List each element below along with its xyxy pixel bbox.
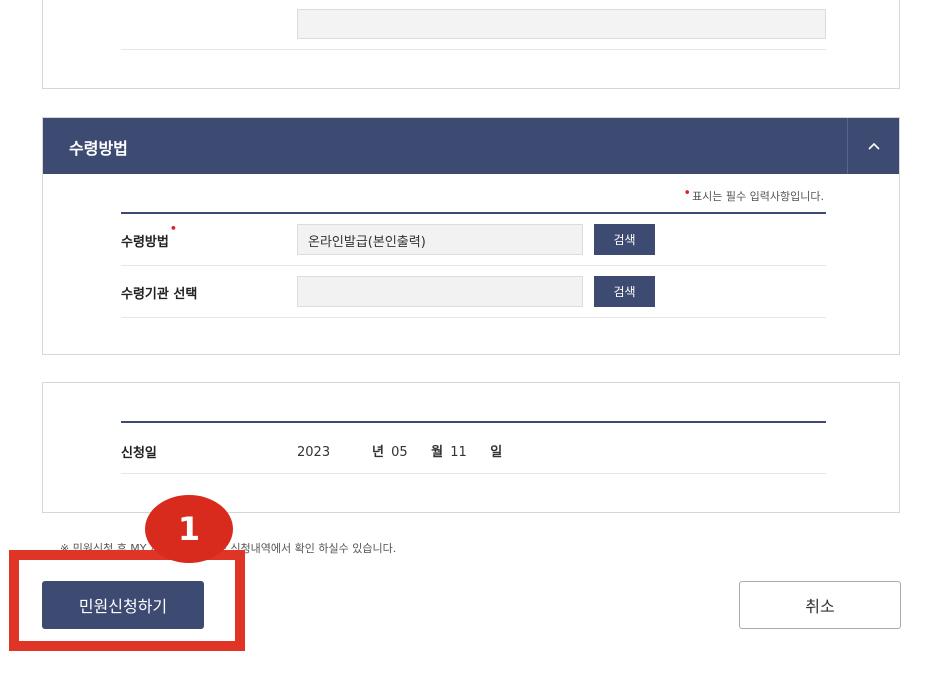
application-date-label: 신청일 bbox=[121, 446, 157, 461]
application-date-table: 신청일 2023 년 05 월 11 일 bbox=[121, 421, 826, 474]
date-month: 05 bbox=[391, 445, 408, 460]
receive-agency-search-button[interactable]: 검색 bbox=[594, 276, 655, 307]
collapse-button[interactable] bbox=[847, 118, 899, 174]
section-header: 수령방법 bbox=[43, 118, 899, 174]
receive-method-table: 수령방법 • 온라인발급(본인출력) 검색 수령기관 선택 검색 bbox=[121, 212, 826, 318]
receive-method-field[interactable]: 온라인발급(본인출력) bbox=[297, 224, 583, 255]
table-row: 수령방법 • 온라인발급(본인출력) 검색 bbox=[121, 214, 826, 266]
receive-method-label: 수령방법 • bbox=[121, 222, 177, 250]
required-note-text: 표시는 필수 입력사항입니다. bbox=[692, 190, 824, 203]
table-row: 신청일 2023 년 05 월 11 일 bbox=[121, 423, 826, 474]
date-year-unit: 년 bbox=[372, 445, 384, 460]
application-date-value: 2023 년 05 월 11 일 bbox=[297, 441, 502, 460]
row-label-text: 수령방법 bbox=[121, 235, 169, 250]
previous-section bbox=[42, 0, 900, 89]
date-day: 11 bbox=[450, 445, 467, 460]
submit-application-button[interactable]: 민원신청하기 bbox=[42, 581, 204, 629]
row-divider bbox=[121, 49, 826, 50]
receive-agency-field[interactable] bbox=[297, 276, 583, 307]
receive-agency-label: 수령기관 선택 bbox=[121, 287, 198, 302]
required-dot-icon: • bbox=[683, 186, 692, 201]
application-date-section: 신청일 2023 년 05 월 11 일 bbox=[42, 382, 900, 513]
chevron-up-icon bbox=[867, 142, 880, 150]
receive-method-search-button[interactable]: 검색 bbox=[594, 224, 655, 255]
receive-method-section: 수령방법 •표시는 필수 입력사항입니다. 수령방법 • 온라인발급(본인출력) … bbox=[42, 117, 900, 355]
date-month-unit: 월 bbox=[431, 445, 444, 460]
table-row: 수령기관 선택 검색 bbox=[121, 266, 826, 318]
required-dot-icon: • bbox=[169, 222, 177, 235]
date-year: 2023 bbox=[297, 445, 331, 460]
step-badge: 1 bbox=[145, 495, 233, 563]
section-title: 수령방법 bbox=[69, 139, 128, 158]
previous-section-input[interactable] bbox=[297, 9, 826, 39]
required-note: •표시는 필수 입력사항입니다. bbox=[683, 186, 824, 204]
date-day-unit: 일 bbox=[490, 445, 503, 460]
cancel-button[interactable]: 취소 bbox=[739, 581, 901, 629]
